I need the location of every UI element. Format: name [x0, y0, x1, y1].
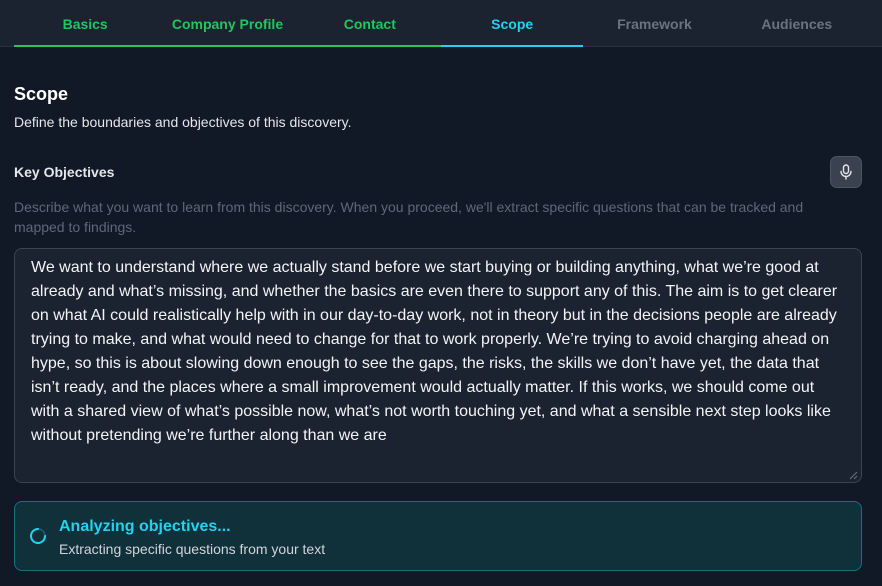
status-title: Analyzing objectives...: [59, 518, 231, 535]
spinner-icon: [30, 528, 46, 544]
resize-handle-icon[interactable]: [848, 470, 858, 480]
step-tabs: Basics Company Profile Contact Scope Fra…: [0, 0, 882, 47]
tab-contact[interactable]: Contact: [298, 0, 442, 47]
key-objectives-textarea[interactable]: We want to understand where we actually …: [14, 248, 862, 483]
page-subtitle: Define the boundaries and objectives of …: [14, 114, 352, 130]
tab-framework[interactable]: Framework: [583, 0, 725, 47]
key-objectives-help: Describe what you want to learn from thi…: [14, 199, 804, 235]
page-title: Scope: [14, 84, 69, 104]
key-objectives-label: Key Objectives: [14, 164, 115, 180]
tab-company-profile[interactable]: Company Profile: [156, 0, 299, 47]
voice-input-button[interactable]: [830, 156, 862, 188]
tab-basics[interactable]: Basics: [14, 0, 157, 47]
tab-scope[interactable]: Scope: [440, 0, 584, 47]
analysis-status-banner: Analyzing objectives... Extracting speci…: [14, 501, 862, 571]
tab-audiences[interactable]: Audiences: [726, 0, 868, 47]
microphone-icon: [840, 164, 852, 180]
status-subtitle: Extracting specific questions from your …: [59, 541, 326, 557]
